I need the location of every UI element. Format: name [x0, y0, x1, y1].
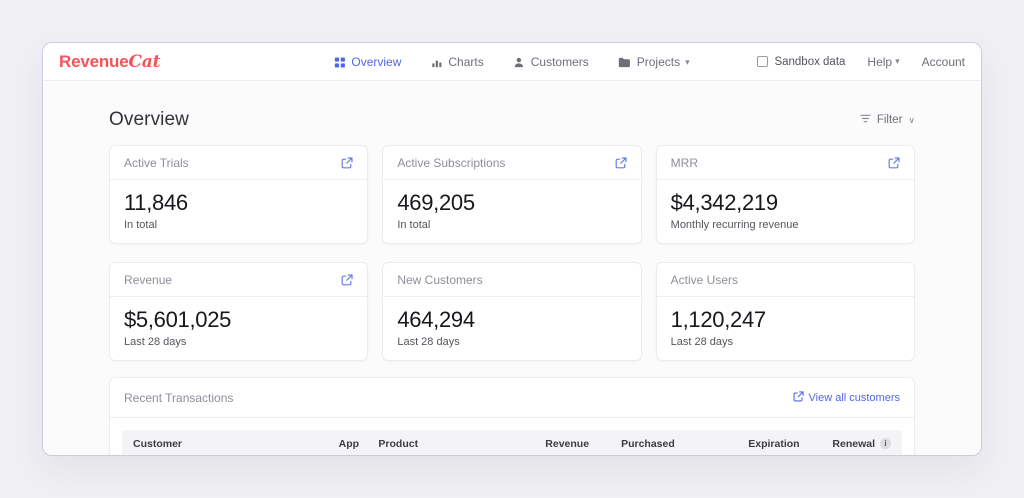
- column-header-renewal: Renewali: [800, 438, 891, 450]
- nav-label-overview: Overview: [351, 55, 401, 69]
- topbar-right: Sandbox data Help ▾ Account: [757, 55, 965, 69]
- nav-item-projects[interactable]: Projects ▾: [619, 55, 690, 69]
- column-header-product: Product: [378, 438, 512, 450]
- filter-button[interactable]: Filter ∨: [860, 114, 915, 126]
- sandbox-checkbox[interactable]: [757, 56, 768, 67]
- metric-title: Active Trials: [124, 156, 189, 170]
- nav-item-overview[interactable]: Overview: [334, 55, 401, 69]
- recent-transactions-title: Recent Transactions: [124, 391, 233, 405]
- metric-subtitle: Last 28 days: [671, 336, 900, 348]
- column-header-expiration: Expiration: [748, 438, 799, 450]
- metric-subtitle: Last 28 days: [397, 336, 626, 348]
- metric-card-mrr: MRR $4,342,219 Monthly recurring revenue: [656, 145, 915, 244]
- metric-title: MRR: [671, 156, 698, 170]
- metric-card-active-subscriptions: Active Subscriptions 469,205 In total: [382, 145, 641, 244]
- nav-label-projects: Projects: [637, 55, 680, 69]
- person-icon: [514, 57, 525, 68]
- transactions-table: Customer App Product Revenue Purchased E…: [110, 418, 914, 456]
- view-all-customers-link[interactable]: View all customers: [793, 391, 901, 405]
- metric-value: 469,205: [397, 190, 626, 216]
- metric-value: 1,120,247: [671, 307, 900, 333]
- chevron-down-icon: ▾: [685, 57, 690, 68]
- main-nav: Overview Charts Customers Projects ▾: [334, 43, 689, 81]
- column-header-customer: Customer: [133, 438, 339, 450]
- metric-subtitle: In total: [124, 219, 353, 231]
- metric-value: $5,601,025: [124, 307, 353, 333]
- filter-label: Filter: [877, 114, 903, 126]
- metric-card-active-trials: Active Trials 11,846 In total: [109, 145, 368, 244]
- account-label: Account: [922, 55, 965, 69]
- metric-title: New Customers: [397, 273, 482, 287]
- main-content: Overview Filter ∨ Active Trials 11: [43, 81, 981, 455]
- metric-value: 464,294: [397, 307, 626, 333]
- external-link-icon[interactable]: [341, 274, 353, 286]
- metric-title: Active Users: [671, 273, 738, 287]
- app-window: RevenueCat Overview Charts Customers: [42, 42, 982, 456]
- grid-icon: [334, 57, 345, 68]
- page-title: Overview: [109, 109, 189, 131]
- metric-card-active-users: Active Users 1,120,247 Last 28 days: [656, 262, 915, 361]
- metrics-grid: Active Trials 11,846 In total Active Sub…: [109, 145, 915, 361]
- account-menu[interactable]: Account: [922, 55, 965, 69]
- logo-text-cat: Cat: [128, 52, 160, 72]
- external-link-icon[interactable]: [341, 157, 353, 169]
- recent-transactions-card: Recent Transactions View all customers C…: [109, 377, 915, 456]
- help-label: Help: [867, 55, 892, 69]
- chevron-down-icon: ∨: [908, 115, 915, 126]
- sandbox-data-toggle[interactable]: Sandbox data: [757, 56, 845, 68]
- metric-card-revenue: Revenue $5,601,025 Last 28 days: [109, 262, 368, 361]
- folder-icon: [619, 57, 631, 68]
- chevron-down-icon: ▾: [895, 56, 900, 67]
- metric-subtitle: Monthly recurring revenue: [671, 219, 900, 231]
- nav-label-customers: Customers: [531, 55, 589, 69]
- revenuecat-logo[interactable]: RevenueCat: [59, 52, 160, 72]
- metric-subtitle: In total: [397, 219, 626, 231]
- table-header-row: Customer App Product Revenue Purchased E…: [122, 430, 902, 456]
- metric-value: $4,342,219: [671, 190, 900, 216]
- metric-card-new-customers: New Customers 464,294 Last 28 days: [382, 262, 641, 361]
- info-icon[interactable]: i: [880, 438, 891, 449]
- nav-item-customers[interactable]: Customers: [514, 55, 589, 69]
- top-navigation-bar: RevenueCat Overview Charts Customers: [43, 43, 981, 81]
- logo-text-revenue: Revenue: [59, 52, 128, 71]
- help-menu[interactable]: Help ▾: [867, 55, 899, 69]
- metric-title: Active Subscriptions: [397, 156, 505, 170]
- metric-title: Revenue: [124, 273, 172, 287]
- external-link-icon[interactable]: [888, 157, 900, 169]
- sandbox-label: Sandbox data: [774, 56, 845, 68]
- nav-label-charts: Charts: [448, 55, 483, 69]
- nav-item-charts[interactable]: Charts: [431, 55, 483, 69]
- view-all-customers-label: View all customers: [809, 392, 901, 404]
- metric-subtitle: Last 28 days: [124, 336, 353, 348]
- column-header-revenue: Revenue: [513, 438, 590, 450]
- bar-chart-icon: [431, 57, 442, 68]
- filter-icon: [860, 114, 871, 126]
- external-link-icon[interactable]: [615, 157, 627, 169]
- metric-value: 11,846: [124, 190, 353, 216]
- page-header: Overview Filter ∨: [109, 109, 915, 131]
- column-header-app: App: [339, 438, 379, 450]
- external-link-icon: [793, 391, 804, 405]
- column-header-purchased: Purchased: [589, 438, 748, 450]
